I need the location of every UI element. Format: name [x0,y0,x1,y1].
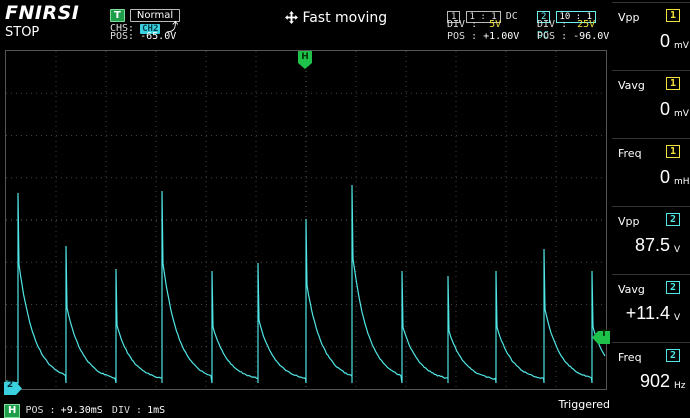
ch2-pos-value: -96.0V [573,31,609,42]
measurement-panel: Vpp 1 0 mV Vavg 1 0 mV Freq 1 0 mHz Vpp … [612,0,690,414]
ch1-coupling[interactable]: DC [506,11,518,22]
meas-ch1-vavg[interactable]: Vavg 1 0 mV [612,70,690,137]
ch1-pos-row: POS : +1.00V [447,31,519,42]
brand-logo: FNIRSI [5,2,79,24]
move-arrows-icon [285,11,298,24]
ch2-pos-label: POS : [537,31,567,42]
meas-ch2-vpp[interactable]: Vpp 2 87.5 V [612,206,690,273]
trigger-level-marker[interactable]: T [592,329,610,342]
trigger-pos-label: POS: [110,31,134,42]
ch2-trace [6,185,605,383]
meas-ch2-vavg[interactable]: Vavg 2 +11.4 V [612,274,690,341]
timebase-pos-label: POS : [25,405,55,416]
timebase-div-label: DIV : [112,405,142,416]
trigger-pos-value: -65.0V [140,31,176,42]
ch2-offset-marker[interactable]: 2 [4,380,22,393]
ch1-div-label: DIV : [447,19,477,30]
ch2-pos-row: POS : -96.0V [537,31,609,42]
horizontal-position-marker[interactable]: H [298,51,312,69]
ch1-pos-value: +1.00V [483,31,519,42]
ch2-div-row: DIV : 25V [537,19,595,30]
ch2-div-value: 25V [577,19,595,30]
ch1-div-row: DIV : 5V [447,19,501,30]
bottom-status-bar: H POS : +9.30mS DIV : 1mS Triggered [0,395,610,414]
waveform-display[interactable] [5,50,607,390]
h-marker-label: H [298,52,312,62]
run-state[interactable]: STOP [5,25,39,40]
waveform-svg [6,51,606,389]
fast-moving-text: Fast moving [302,10,387,26]
meas-ch2-freq[interactable]: Freq 2 902 Hz [612,342,690,409]
ch1-pos-label: POS : [447,31,477,42]
timebase-badge: H [4,404,20,418]
timebase-div-value[interactable]: 1mS [147,405,165,416]
ch2-marker-label: 2 [4,380,16,390]
trigger-pos-row: POS: -65.0V [110,31,176,42]
fast-moving-indicator[interactable]: Fast moving [285,10,387,26]
ch2-div-label: DIV : [537,19,567,30]
timebase-row[interactable]: H POS : +9.30mS DIV : 1mS [4,398,165,418]
meas-ch1-freq[interactable]: Freq 1 0 mHz [612,138,690,205]
meas-ch1-vpp[interactable]: Vpp 1 0 mV [612,2,690,69]
t-marker-label: T [598,329,610,339]
ch1-div-value: 5V [489,19,501,30]
trigger-status: Triggered [559,398,610,411]
top-status-bar: FNIRSI STOP T Normal CHS: CH2 ⤴ POS: -65… [0,0,610,46]
timebase-pos-value[interactable]: +9.30mS [61,405,103,416]
